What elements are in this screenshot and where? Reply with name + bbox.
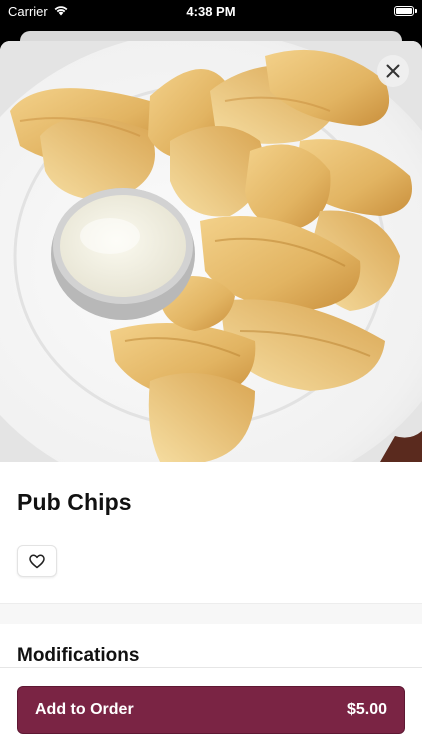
favorite-button[interactable] (17, 545, 57, 577)
status-time: 4:38 PM (186, 4, 236, 19)
battery-tip (415, 9, 417, 13)
item-photo (0, 41, 422, 462)
item-title: Pub Chips (17, 489, 132, 515)
status-bar: Carrier 4:38 PM (0, 0, 422, 24)
add-to-order-button[interactable]: Add to Order $5.00 (17, 686, 405, 734)
app-screen: Carrier 4:38 PM Pub Chips Modifications … (0, 0, 422, 750)
price-label: $5.00 (346, 701, 387, 718)
modifications-heading: Modifications (17, 645, 140, 666)
item-detail-sheet: Pub Chips Modifications Add to Order $5.… (0, 41, 422, 750)
close-icon (386, 64, 400, 78)
chips-photo (0, 41, 422, 462)
heart-icon (29, 554, 45, 568)
add-to-order-label: Add to Order (35, 701, 134, 718)
battery-icon (394, 6, 414, 16)
bottom-action-bar: Add to Order $5.00 (0, 667, 422, 750)
section-divider (0, 603, 422, 624)
close-button[interactable] (377, 55, 409, 87)
